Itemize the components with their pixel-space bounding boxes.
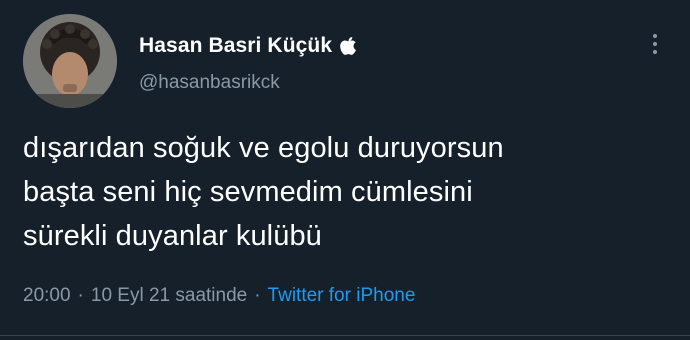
more-vertical-icon (653, 34, 657, 54)
tweet-source-link[interactable]: Twitter for iPhone (268, 285, 416, 307)
tweet-line: dışarıdan soğuk ve egolu duruyorsun (23, 132, 504, 164)
meta-separator: · (77, 285, 84, 306)
author-display-name[interactable]: Hasan Basri Küçük (139, 34, 332, 58)
tweet-card: Hasan Basri Küçük @hasanbasrikck dışarıd… (0, 0, 690, 340)
apple-icon (340, 36, 358, 56)
avatar[interactable] (23, 14, 117, 108)
tweet-meta: 20:00 · 10 Eyl 21 saatinde · Twitter for… (23, 285, 415, 307)
tweet-line: başta seni hiç sevmedim cümlesini (23, 176, 473, 208)
author-handle[interactable]: @hasanbasrikck (139, 72, 280, 94)
author-name-row[interactable]: Hasan Basri Küçük (139, 31, 358, 61)
avatar-photo (23, 14, 117, 108)
meta-separator: · (254, 285, 261, 306)
divider (0, 335, 690, 336)
tweet-text: dışarıdan soğuk ve egolu duruyorsun başt… (23, 126, 663, 258)
more-options-button[interactable] (643, 28, 667, 60)
tweet-line: sürekli duyanlar kulübü (23, 220, 322, 252)
tweet-date[interactable]: 10 Eyl 21 saatinde (91, 285, 247, 307)
tweet-time[interactable]: 20:00 (23, 285, 71, 307)
